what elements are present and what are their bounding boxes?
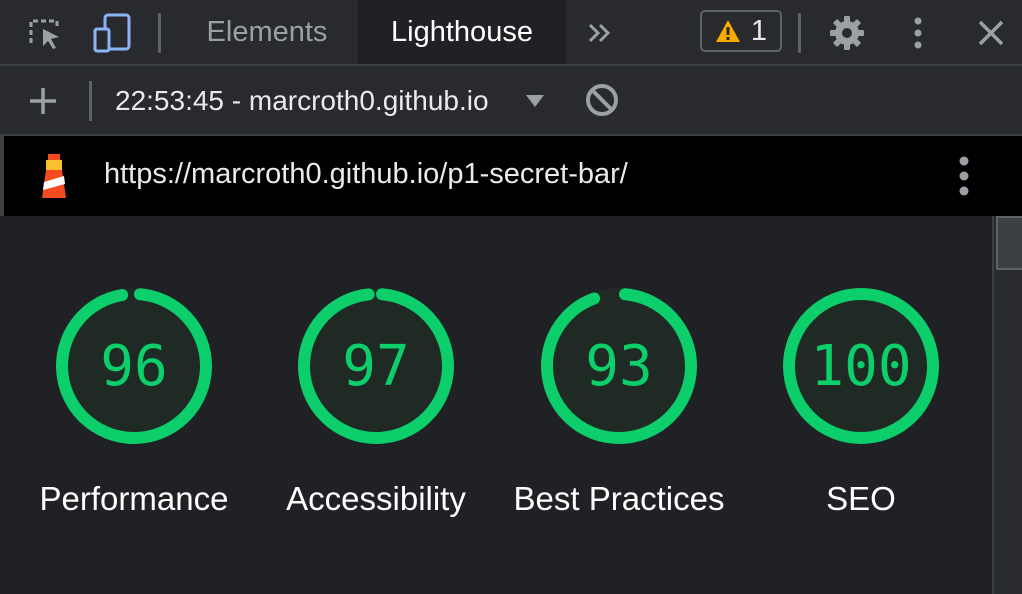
device-toolbar-icon[interactable] (88, 11, 138, 55)
score-value: 96 (100, 333, 168, 399)
lighthouse-logo (36, 152, 72, 205)
lighthouse-toolbar: 22:53:45 - marcroth0.github.io (0, 66, 1022, 136)
dropdown-arrow-icon (526, 95, 544, 107)
scrollbar[interactable] (992, 216, 1022, 594)
score-label: Accessibility (286, 480, 466, 517)
double-chevron-right-icon[interactable] (580, 11, 620, 55)
toolbar-divider (798, 13, 801, 53)
score-value: 97 (342, 333, 410, 399)
gear-icon[interactable] (824, 11, 870, 55)
score-label: SEO (826, 480, 896, 517)
close-icon[interactable] (968, 11, 1014, 55)
devtools-tab-bar: Elements Lighthouse 1 (0, 0, 1022, 66)
tab-elements[interactable]: Elements (188, 0, 346, 64)
tab-lighthouse[interactable]: Lighthouse (358, 0, 566, 64)
report-url: https://marcroth0.github.io/p1-secret-ba… (104, 158, 628, 190)
gauge-best-practices[interactable]: 93 Best Practices (499, 286, 739, 586)
score-value: 100 (810, 333, 912, 399)
issues-count: 1 (750, 14, 768, 47)
toolbar-divider (89, 81, 92, 121)
score-label: Performance (39, 480, 229, 517)
scrollbar-thumb[interactable] (996, 216, 1022, 270)
plus-icon[interactable] (26, 84, 60, 118)
toolbar-divider (158, 13, 161, 53)
kebab-menu-icon[interactable] (954, 154, 974, 203)
kebab-menu-icon[interactable] (898, 11, 938, 55)
inspect-element-icon[interactable] (20, 11, 70, 55)
score-value: 93 (585, 333, 653, 399)
score-label: Best Practices (513, 480, 725, 517)
warning-icon (715, 20, 740, 42)
gauge-seo[interactable]: 100 SEO (741, 286, 981, 586)
report-selector[interactable]: 22:53:45 - marcroth0.github.io (115, 80, 545, 122)
block-icon[interactable] (584, 82, 620, 118)
report-url-bar: https://marcroth0.github.io/p1-secret-ba… (0, 136, 1022, 216)
issues-badge[interactable]: 1 (700, 10, 782, 52)
gauge-performance[interactable]: 96 Performance (14, 286, 254, 586)
scores-panel: 96 Performance 97 Accessibility 93 Best … (0, 216, 1022, 594)
report-selector-value: 22:53:45 - marcroth0.github.io (115, 85, 489, 116)
gauge-accessibility[interactable]: 97 Accessibility (256, 286, 496, 586)
